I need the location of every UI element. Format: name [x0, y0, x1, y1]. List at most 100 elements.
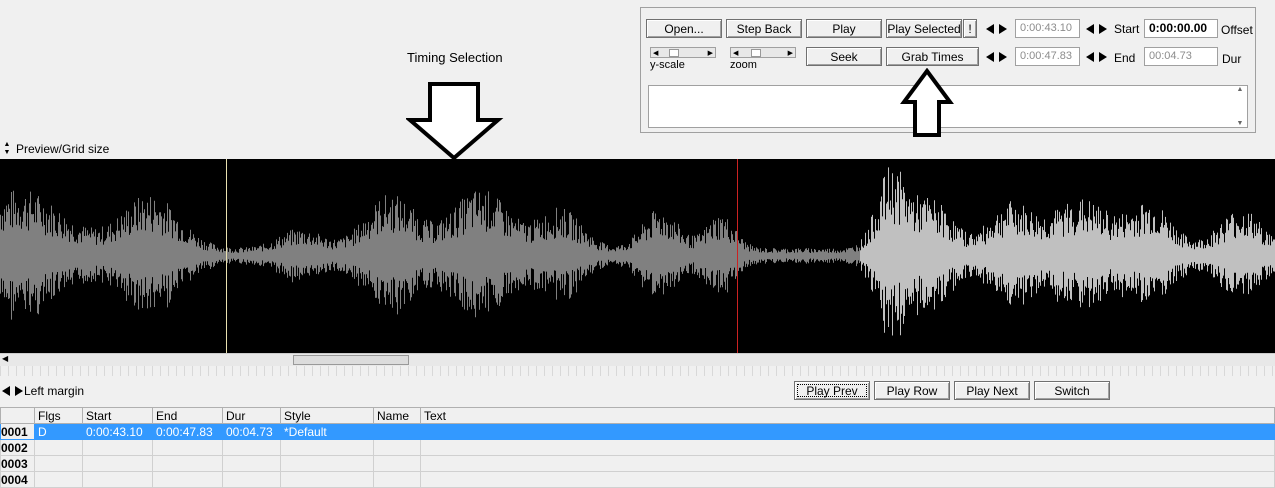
- header-start[interactable]: Start: [82, 407, 153, 424]
- cell-dur[interactable]: 00:04.73: [222, 423, 281, 440]
- waveform-svg: [0, 159, 1275, 353]
- scroll-up-icon[interactable]: ▲: [1237, 86, 1244, 93]
- row-number[interactable]: 0004: [0, 471, 35, 488]
- waveform-trace: [0, 190, 860, 320]
- cell-end[interactable]: 0:00:47.83: [152, 423, 223, 440]
- cell-name[interactable]: [373, 423, 421, 440]
- cell-dur[interactable]: [222, 439, 281, 456]
- header-flags[interactable]: Flgs: [34, 407, 83, 424]
- end-label: End: [1114, 51, 1136, 65]
- seek-button[interactable]: Seek: [806, 47, 882, 66]
- play-selected-button[interactable]: Play Selected: [886, 19, 962, 38]
- header-dur[interactable]: Dur: [222, 407, 281, 424]
- cell-flags[interactable]: [34, 439, 83, 456]
- cell-flags[interactable]: D: [34, 423, 83, 440]
- left-arrow-icon[interactable]: [0, 383, 12, 399]
- table-row[interactable]: 0002: [0, 439, 1275, 456]
- left-margin-arrows[interactable]: [0, 383, 25, 399]
- header-text[interactable]: Text: [420, 407, 1275, 424]
- cell-start[interactable]: 0:00:43.10: [82, 423, 153, 440]
- open-button[interactable]: Open...: [646, 19, 722, 38]
- left-arrow-icon[interactable]: [984, 49, 996, 65]
- cell-text[interactable]: [420, 471, 1275, 488]
- selection-end-field[interactable]: 0:00:47.83: [1015, 47, 1080, 66]
- text-box-scrollbar[interactable]: ▲ ▼: [1233, 86, 1247, 127]
- play-to-end-button[interactable]: !: [963, 19, 977, 38]
- waveform-scrollbar[interactable]: ◀: [0, 353, 1275, 366]
- cell-end[interactable]: [152, 471, 223, 488]
- grab-times-button[interactable]: Grab Times: [886, 47, 979, 66]
- left-arrow-icon[interactable]: [1084, 49, 1096, 65]
- right-arrow-icon[interactable]: [997, 21, 1009, 37]
- cell-name[interactable]: [373, 471, 421, 488]
- subtitle-grid: Flgs Start End Dur Style Name Text 0001 …: [0, 407, 1275, 488]
- zoom-thumb[interactable]: [751, 49, 761, 57]
- waveform-trace-highlight: [860, 167, 1275, 336]
- header-name[interactable]: Name: [373, 407, 421, 424]
- cell-name[interactable]: [373, 455, 421, 472]
- cell-end[interactable]: [152, 455, 223, 472]
- preview-grid-size-label: Preview/Grid size: [16, 142, 110, 156]
- cell-dur[interactable]: [222, 455, 281, 472]
- dur-label: Dur: [1222, 52, 1242, 66]
- row-number[interactable]: 0002: [0, 439, 35, 456]
- play-prev-button[interactable]: Play Prev: [794, 381, 870, 400]
- audio-waveform-display[interactable]: [0, 159, 1275, 353]
- play-row-button[interactable]: Play Row: [874, 381, 950, 400]
- y-scale-thumb[interactable]: [669, 49, 679, 57]
- table-row[interactable]: 0001 D 0:00:43.10 0:00:47.83 00:04.73 *D…: [0, 423, 1275, 440]
- cell-flags[interactable]: [34, 455, 83, 472]
- cell-flags[interactable]: [34, 471, 83, 488]
- header-style[interactable]: Style: [280, 407, 374, 424]
- spin-down-icon[interactable]: ▼: [4, 149, 11, 157]
- zoom-slider[interactable]: ◀ ▶: [730, 47, 796, 58]
- preview-size-spinner[interactable]: ▲ ▼: [0, 140, 14, 157]
- waveform-scroll-thumb[interactable]: [293, 355, 409, 365]
- left-arrow-icon[interactable]: [984, 21, 996, 37]
- table-row[interactable]: 0003: [0, 455, 1275, 472]
- scroll-down-icon[interactable]: ▼: [1237, 120, 1244, 127]
- cell-end[interactable]: [152, 439, 223, 456]
- cell-style[interactable]: [280, 471, 374, 488]
- start-adjust-arrows[interactable]: [1084, 21, 1109, 37]
- up-arrow-annotation-icon: [900, 68, 954, 137]
- cell-style[interactable]: [280, 439, 374, 456]
- header-end[interactable]: End: [152, 407, 223, 424]
- start-nudge-arrows[interactable]: [984, 21, 1009, 37]
- table-row[interactable]: 0004: [0, 471, 1275, 488]
- duration-field[interactable]: 00:04.73: [1144, 47, 1218, 66]
- step-back-button[interactable]: Step Back: [726, 19, 802, 38]
- right-arrow-icon[interactable]: [1097, 21, 1109, 37]
- cell-style[interactable]: [280, 455, 374, 472]
- cell-start[interactable]: [82, 439, 153, 456]
- cell-text[interactable]: [420, 423, 1275, 440]
- cell-style[interactable]: *Default: [280, 423, 374, 440]
- row-number[interactable]: 0003: [0, 455, 35, 472]
- cell-name[interactable]: [373, 439, 421, 456]
- left-margin-label: Left margin: [24, 384, 85, 398]
- cell-text[interactable]: [420, 455, 1275, 472]
- play-next-button[interactable]: Play Next: [954, 381, 1030, 400]
- slider-left-arrow-icon: ◀: [733, 49, 739, 57]
- end-nudge-arrows[interactable]: [984, 49, 1009, 65]
- down-arrow-annotation-icon: [406, 82, 504, 161]
- cell-start[interactable]: [82, 455, 153, 472]
- right-arrow-icon[interactable]: [1097, 49, 1109, 65]
- left-arrow-icon[interactable]: [1084, 21, 1096, 37]
- spin-up-icon[interactable]: ▲: [4, 141, 11, 149]
- scroll-left-icon[interactable]: ◀: [2, 354, 8, 363]
- y-scale-slider[interactable]: ◀ ▶: [650, 47, 716, 58]
- row-number[interactable]: 0001: [0, 423, 35, 440]
- end-adjust-arrows[interactable]: [1084, 49, 1109, 65]
- switch-button[interactable]: Switch: [1034, 381, 1110, 400]
- right-arrow-icon[interactable]: [997, 49, 1009, 65]
- offset-field[interactable]: 0:00:00.00: [1144, 19, 1218, 38]
- play-button[interactable]: Play: [806, 19, 882, 38]
- cell-dur[interactable]: [222, 471, 281, 488]
- cell-text[interactable]: [420, 439, 1275, 456]
- slider-right-arrow-icon: ▶: [787, 49, 793, 57]
- cell-start[interactable]: [82, 471, 153, 488]
- timing-selection-annotation: Timing Selection: [407, 50, 503, 65]
- slider-left-arrow-icon: ◀: [653, 49, 659, 57]
- selection-start-field[interactable]: 0:00:43.10: [1015, 19, 1080, 38]
